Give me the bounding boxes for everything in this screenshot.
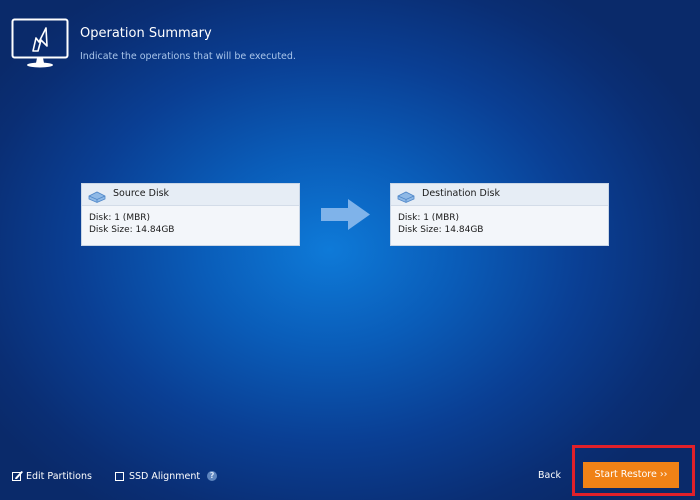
ssd-alignment-checkbox[interactable] — [115, 471, 124, 481]
destination-disk-title: Destination Disk — [422, 188, 500, 199]
disk-icon — [397, 188, 415, 203]
source-disk-header: Source Disk — [82, 184, 299, 206]
source-disk-card: Source Disk Disk: 1 (MBR) Disk Size: 14.… — [81, 183, 300, 246]
page-subtitle: Indicate the operations that will be exe… — [80, 51, 296, 62]
source-disk-size: Disk Size: 14.84GB — [89, 225, 175, 235]
arrow-right-icon — [320, 198, 372, 231]
edit-checkbox-icon[interactable] — [12, 470, 23, 481]
source-disk-title: Source Disk — [113, 188, 170, 199]
source-disk-number: Disk: 1 (MBR) — [89, 213, 151, 223]
ssd-alignment-option[interactable]: SSD Alignment ? — [115, 468, 218, 484]
help-icon[interactable]: ? — [207, 471, 218, 481]
edit-partitions-label[interactable]: Edit Partitions — [26, 471, 92, 482]
back-button[interactable]: Back — [538, 468, 561, 484]
start-restore-button[interactable]: Start Restore ›› — [583, 462, 679, 488]
disk-icon — [88, 188, 106, 203]
destination-disk-size: Disk Size: 14.84GB — [398, 225, 484, 235]
destination-disk-number: Disk: 1 (MBR) — [398, 213, 460, 223]
edit-partitions-option[interactable]: Edit Partitions — [12, 468, 92, 484]
ssd-alignment-label[interactable]: SSD Alignment — [129, 471, 200, 482]
destination-disk-card: Destination Disk Disk: 1 (MBR) Disk Size… — [390, 183, 609, 246]
page-title: Operation Summary — [80, 26, 212, 41]
monitor-restore-icon — [11, 18, 69, 68]
destination-disk-header: Destination Disk — [391, 184, 608, 206]
